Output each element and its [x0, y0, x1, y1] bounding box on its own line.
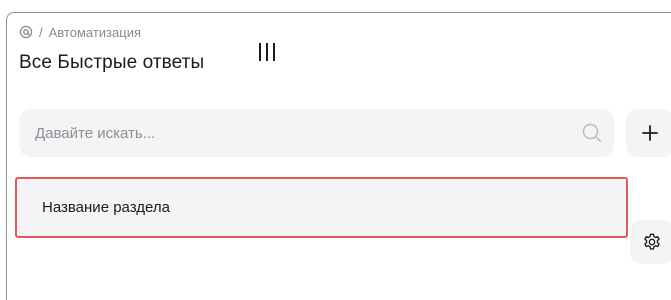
search-icon[interactable] [582, 123, 602, 143]
section-settings-button[interactable] [630, 220, 671, 264]
section-item[interactable]: Название раздела [15, 177, 628, 238]
vertical-bars-icon[interactable] [259, 43, 281, 61]
breadcrumb-item-automation[interactable]: Автоматизация [49, 25, 141, 40]
search-input[interactable] [35, 124, 598, 142]
search-bar[interactable] [19, 109, 614, 157]
gear-icon [644, 233, 660, 250]
section-item-label: Название раздела [42, 199, 170, 216]
page-title: Все Быстрые ответы [19, 52, 205, 73]
breadcrumb: / Автоматизация [19, 23, 141, 41]
at-sign-icon[interactable] [19, 25, 33, 39]
plus-icon [642, 125, 658, 141]
breadcrumb-separator: / [39, 24, 43, 40]
add-button[interactable] [626, 109, 671, 157]
